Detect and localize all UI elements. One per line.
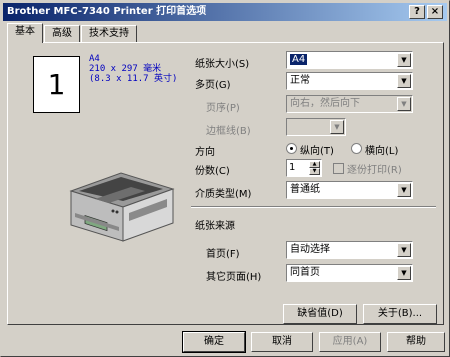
paper-info: A4 210 x 297 毫米 (8.3 x 11.7 英寸) — [89, 54, 177, 84]
apply-button: 应用(A) — [319, 332, 381, 352]
tab-advanced[interactable]: 高级 — [44, 25, 80, 42]
orientation-label: 方向 — [195, 147, 215, 158]
multiple-page-value: 正常 — [290, 75, 310, 86]
border-line-label: 边框线(B) — [206, 126, 251, 137]
about-button[interactable]: 关于(B)... — [363, 304, 437, 324]
border-line-select: ▼ — [286, 118, 346, 136]
page-order-label: 页序(P) — [206, 103, 240, 114]
paper-size-label: 纸张大小(S) — [195, 59, 250, 70]
chevron-down-icon[interactable]: ▼ — [397, 183, 411, 197]
other-pages-label: 其它页面(H) — [206, 272, 262, 283]
chevron-down-icon: ▼ — [397, 97, 411, 111]
multiple-page-label: 多页(G) — [195, 80, 231, 91]
portrait-label[interactable]: 纵向(T) — [300, 142, 334, 157]
paper-size-select[interactable]: A4 ▼ — [286, 51, 413, 69]
default-button[interactable]: 缺省值(D) — [283, 304, 357, 324]
tab-basic[interactable]: 基本 — [7, 23, 43, 43]
paper-name: A4 — [89, 54, 100, 64]
ok-button[interactable]: 确定 — [182, 331, 246, 353]
copies-label: 份数(C) — [195, 166, 230, 177]
close-title-button[interactable]: × — [427, 5, 443, 19]
landscape-radio[interactable] — [351, 143, 362, 154]
tab-support[interactable]: 技术支持 — [81, 25, 137, 42]
media-type-label: 介质类型(M) — [195, 189, 252, 200]
first-page-select[interactable]: 自动选择 ▼ — [286, 241, 413, 259]
media-type-value: 普通纸 — [290, 184, 320, 195]
page-order-value: 向右，然后向下 — [290, 98, 360, 109]
help-title-button[interactable]: ? — [409, 5, 425, 19]
landscape-label[interactable]: 横向(L) — [365, 142, 398, 157]
collate-checkbox[interactable] — [333, 163, 344, 174]
page-order-select: 向右，然后向下 ▼ — [286, 95, 413, 113]
paper-size-value: A4 — [290, 54, 308, 65]
chevron-down-icon: ▼ — [330, 120, 344, 134]
chevron-down-icon[interactable]: ▼ — [397, 53, 411, 67]
other-pages-select[interactable]: 同首页 ▼ — [286, 264, 413, 282]
chevron-down-icon[interactable]: ▼ — [309, 168, 320, 175]
other-pages-value: 同首页 — [290, 267, 320, 278]
printer-preferences-window: Brother MFC-7340 Printer 打印首选项 ? × 基本 高级… — [0, 0, 450, 357]
paper-source-label: 纸张来源 — [195, 221, 235, 232]
divider — [191, 206, 436, 208]
copies-stepper[interactable]: 1 ▲ ▼ — [286, 159, 322, 177]
paper-preview: 1 — [33, 56, 80, 113]
chevron-down-icon[interactable]: ▼ — [397, 266, 411, 280]
chevron-up-icon[interactable]: ▲ — [309, 161, 320, 168]
window-title: Brother MFC-7340 Printer 打印首选项 — [7, 6, 207, 17]
paper-size-mm: 210 x 297 毫米 — [89, 64, 162, 74]
portrait-radio[interactable] — [286, 143, 297, 154]
paper-size-in: (8.3 x 11.7 英寸) — [89, 74, 178, 84]
multiple-page-select[interactable]: 正常 ▼ — [286, 72, 413, 90]
first-page-value: 自动选择 — [290, 244, 330, 255]
chevron-down-icon[interactable]: ▼ — [397, 243, 411, 257]
collate-label[interactable]: 逐份打印(R) — [347, 161, 402, 176]
printer-illustration-icon — [69, 172, 175, 242]
first-page-label: 首页(F) — [206, 249, 240, 260]
title-bar: Brother MFC-7340 Printer 打印首选项 ? × — [3, 3, 447, 21]
media-type-select[interactable]: 普通纸 ▼ — [286, 181, 413, 199]
copies-value: 1 — [289, 162, 296, 173]
help-button[interactable]: 帮助 — [387, 332, 445, 352]
cancel-button[interactable]: 取消 — [251, 332, 313, 352]
chevron-down-icon[interactable]: ▼ — [397, 74, 411, 88]
